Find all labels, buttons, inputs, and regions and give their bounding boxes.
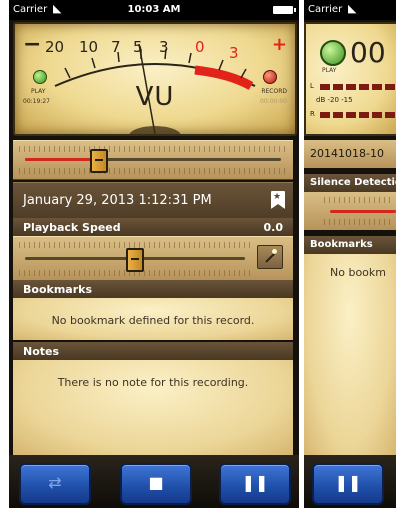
play-label: PLAY bbox=[31, 88, 46, 95]
silence-ticks-bottom bbox=[324, 219, 390, 225]
bookmarks-title-secondary: Bookmarks bbox=[310, 239, 373, 250]
file-name-text: 20141018-10 bbox=[310, 147, 384, 160]
record-time: 00:00:00 bbox=[260, 98, 287, 105]
left-channel-meter bbox=[320, 84, 396, 90]
vu-plus-symbol: + bbox=[271, 34, 287, 55]
swap-arrows-icon: ⇄ bbox=[48, 473, 62, 492]
battery-icon bbox=[273, 6, 296, 14]
wifi-icon-secondary: ◣ bbox=[348, 2, 357, 15]
right-channel-label: R bbox=[310, 110, 315, 118]
vu-scale-5: 5 bbox=[133, 38, 143, 56]
vu-scale-20: 20 bbox=[45, 38, 65, 56]
play-label-secondary: PLAY bbox=[322, 67, 337, 74]
time-counter: 00 bbox=[350, 36, 386, 69]
phone-screen-main: Carrier ◣ 10:03 AM − 20 10 7 5 3 0 3 + V… bbox=[9, 0, 299, 508]
bookmarks-header-secondary: Bookmarks bbox=[304, 236, 396, 254]
level-meter-secondary: 00 PLAY L dB -20 -15 R bbox=[304, 22, 396, 136]
pause-button[interactable]: ❚❚ bbox=[219, 463, 291, 505]
notes-header: Notes bbox=[13, 342, 293, 360]
pause-button-secondary[interactable]: ❚❚ bbox=[312, 463, 384, 505]
playback-speed-slider[interactable] bbox=[13, 236, 293, 282]
bookmarks-panel: No bookmark defined for this record. bbox=[13, 298, 293, 340]
recording-file-name[interactable]: 20141018-10 bbox=[304, 140, 396, 168]
record-led-icon bbox=[263, 70, 277, 84]
playback-speed-value: 0.0 bbox=[263, 221, 284, 234]
status-bar-secondary: Carrier ◣ bbox=[304, 0, 396, 20]
recording-header: January 29, 2013 1:12:31 PM ★ bbox=[13, 182, 293, 219]
bookmarks-title: Bookmarks bbox=[23, 283, 92, 296]
bottom-toolbar: ⇄ ■ ❚❚ bbox=[9, 455, 299, 508]
stop-icon: ■ bbox=[148, 473, 164, 492]
silence-slider-fill bbox=[330, 210, 396, 213]
play-time: 00:19:27 bbox=[23, 98, 50, 105]
bookmarks-panel-secondary: No bookm bbox=[304, 254, 396, 455]
vu-label: VU bbox=[135, 82, 175, 112]
status-bar: Carrier ◣ 10:03 AM bbox=[9, 0, 299, 20]
notes-panel: There is no note for this recording. bbox=[13, 360, 293, 455]
bookmarks-empty-message-secondary: No bookm bbox=[330, 266, 386, 279]
play-led-icon-secondary bbox=[320, 40, 346, 66]
record-label: RECORD bbox=[261, 88, 287, 95]
vu-scale-plus3: 3 bbox=[229, 44, 239, 62]
vu-scale-3: 3 bbox=[159, 38, 169, 56]
notes-empty-message: There is no note for this recording. bbox=[57, 376, 249, 389]
vu-scale-7: 7 bbox=[111, 38, 121, 56]
swap-button[interactable]: ⇄ bbox=[19, 463, 91, 505]
slider-ticks-top bbox=[19, 146, 287, 152]
vu-minus-symbol: − bbox=[23, 32, 42, 57]
pause-icon: ❚❚ bbox=[241, 473, 269, 492]
playback-position-slider[interactable] bbox=[13, 140, 293, 180]
add-bookmark-icon[interactable]: ★ bbox=[271, 191, 285, 209]
right-channel-meter bbox=[320, 112, 396, 118]
phone-screen-secondary: Carrier ◣ 00 PLAY L dB -20 -15 R 2014101… bbox=[304, 0, 396, 508]
slider-ticks-bottom bbox=[19, 168, 287, 174]
magic-wand-icon[interactable] bbox=[257, 245, 283, 269]
vu-meter: − 20 10 7 5 3 0 3 + VU PLAY 00:19:27 REC… bbox=[13, 22, 297, 136]
playback-speed-label: Playback Speed bbox=[23, 221, 121, 234]
pause-icon-secondary: ❚❚ bbox=[334, 473, 362, 492]
slider-knob[interactable] bbox=[90, 149, 109, 173]
silence-ticks-top bbox=[324, 197, 390, 203]
carrier-label-secondary: Carrier bbox=[308, 4, 343, 15]
slider-progress-fill bbox=[25, 158, 100, 161]
status-time: 10:03 AM bbox=[127, 4, 181, 15]
silence-detection-header: Silence Detectio bbox=[304, 174, 396, 192]
vu-scale-0: 0 bbox=[195, 38, 205, 56]
vu-scale-10: 10 bbox=[79, 38, 99, 56]
bottom-toolbar-secondary: ❚❚ bbox=[304, 455, 396, 508]
playback-speed-bar: Playback Speed 0.0 bbox=[13, 218, 293, 236]
bookmarks-empty-message: No bookmark defined for this record. bbox=[51, 314, 255, 327]
stop-button[interactable]: ■ bbox=[120, 463, 192, 505]
notes-title: Notes bbox=[23, 345, 60, 358]
silence-detection-slider[interactable] bbox=[304, 192, 396, 230]
play-led-icon bbox=[33, 70, 47, 84]
bookmarks-header: Bookmarks bbox=[13, 280, 293, 298]
speed-slider-knob[interactable] bbox=[126, 248, 144, 272]
recording-date: January 29, 2013 1:12:31 PM bbox=[23, 193, 212, 208]
db-scale-label: dB -20 -15 bbox=[316, 96, 353, 104]
silence-detection-label: Silence Detectio bbox=[310, 177, 396, 188]
left-channel-label: L bbox=[310, 82, 314, 90]
